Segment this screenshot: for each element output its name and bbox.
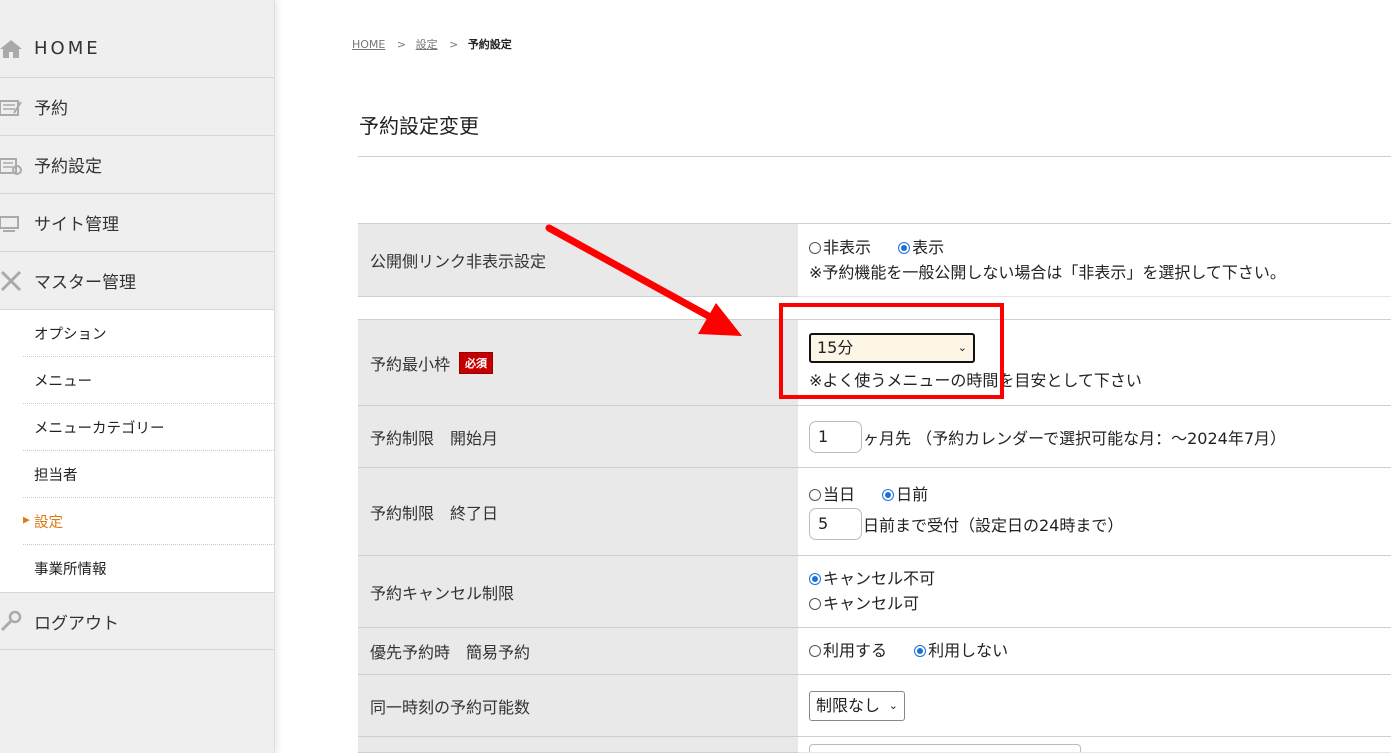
- submenu-item-label: 担当者: [34, 467, 78, 484]
- sidebar-item-label: サイト管理: [34, 215, 119, 235]
- radio-today[interactable]: 当日: [809, 483, 855, 507]
- radio-off-icon: [809, 241, 821, 254]
- radio-label: 非表示: [823, 237, 872, 257]
- radio-priority-not-use[interactable]: 利用しない: [914, 639, 1008, 663]
- radio-cancel-yes[interactable]: キャンセル可: [809, 592, 919, 616]
- end-day-input[interactable]: 5: [809, 508, 862, 540]
- field-value-concurrent: 制限なし ⌄: [798, 675, 1391, 737]
- breadcrumb: HOME > 設定 > 予約設定: [352, 36, 512, 52]
- radio-hide[interactable]: 非表示: [809, 236, 871, 260]
- submenu-item-label: 事業所情報: [34, 562, 107, 578]
- field-value-partial: [798, 737, 1391, 753]
- start-month-input[interactable]: 1: [809, 420, 862, 453]
- radio-priority-use[interactable]: 利用する: [809, 639, 887, 663]
- concurrent-select[interactable]: 制限なし ⌄: [809, 690, 905, 721]
- field-note: ※予約機能を一般公開しない場合は「非表示」を選択して下さい。: [809, 262, 1286, 282]
- field-label-start-month: 予約制限 開始月: [358, 406, 798, 468]
- field-value-start-month: 1 ヶ月先 （予約カレンダーで選択可能な月：～2024年7月）: [798, 406, 1391, 468]
- radio-off-icon: [809, 644, 821, 657]
- radio-label: 表示: [912, 237, 945, 257]
- submenu: オプション メニュー メニューカテゴリー 担当者 ▶ 設定 事業所情報: [0, 310, 274, 592]
- sidebar-item-label: HOME: [34, 38, 101, 59]
- sidebar-item-logout[interactable]: ログアウト: [0, 592, 274, 650]
- field-label-priority: 優先予約時 簡易予約: [358, 628, 798, 675]
- breadcrumb-separator: >: [396, 38, 407, 51]
- key-icon: [0, 610, 22, 632]
- start-month-suffix: ヶ月先 （予約カレンダーで選択可能な月：～2024年7月）: [863, 428, 1287, 448]
- required-badge: 必須: [459, 351, 494, 374]
- page-title: 予約設定変更: [359, 114, 479, 138]
- breadcrumb-home-link[interactable]: HOME: [352, 38, 385, 51]
- home-icon: [0, 38, 22, 60]
- select-value: 制限なし: [816, 695, 881, 715]
- form-row-public-link: 公開側リンク非表示設定 非表示 表示 ※予約機能を一般公開しない場合は「非表示」…: [358, 223, 1391, 297]
- submenu-item-menu-category[interactable]: メニューカテゴリー: [23, 404, 274, 451]
- radio-label: キャンセル不可: [823, 568, 936, 588]
- submenu-item-option[interactable]: オプション: [23, 310, 274, 357]
- radio-on-icon: [898, 241, 911, 254]
- radio-label: 利用する: [823, 640, 888, 660]
- field-label-public-link: 公開側リンク非表示設定: [358, 224, 798, 297]
- sidebar-item-reservation[interactable]: 予約: [0, 78, 274, 136]
- form-row-cancel: 予約キャンセル制限 キャンセル不可 キャンセル可: [358, 555, 1391, 628]
- sidebar-item-label: 予約: [34, 99, 68, 119]
- radio-label: キャンセル可: [823, 593, 920, 613]
- sidebar-item-label: ログアウト: [34, 613, 119, 634]
- form-row-partial: [358, 736, 1391, 753]
- annotation-highlight-box: [779, 303, 1004, 399]
- title-divider: [358, 156, 1391, 157]
- field-value-public-link: 非表示 表示 ※予約機能を一般公開しない場合は「非表示」を選択して下さい。: [798, 224, 1391, 297]
- field-value-cancel: キャンセル不可 キャンセル可: [798, 556, 1391, 628]
- sidebar-item-label: マスター管理: [34, 273, 136, 293]
- field-label-partial: [358, 737, 798, 753]
- submenu-item-label: メニュー: [34, 373, 92, 390]
- field-value-end-day: 当日 日前 5 日前まで受付（設定日の24時まで）: [798, 468, 1391, 556]
- sidebar-item-site-management[interactable]: サイト管理: [0, 194, 274, 252]
- submenu-item-settings[interactable]: ▶ 設定: [23, 498, 274, 545]
- radio-show[interactable]: 表示: [898, 236, 944, 260]
- calendar-icon: [0, 96, 22, 118]
- breadcrumb-current: 予約設定: [467, 38, 512, 51]
- form-row-concurrent: 同一時刻の予約可能数 制限なし ⌄: [358, 674, 1391, 737]
- submenu-item-label: 設定: [34, 514, 63, 531]
- end-day-suffix: 日前まで受付（設定日の24時まで）: [863, 516, 1124, 535]
- radio-on-icon: [914, 644, 927, 657]
- radio-off-icon: [809, 597, 821, 610]
- submenu-item-label: オプション: [34, 326, 107, 343]
- triangle-right-icon: ▶: [23, 515, 30, 526]
- form-row-priority: 優先予約時 簡易予約 利用する 利用しない: [358, 627, 1391, 675]
- chevron-down-icon: ⌄: [888, 698, 898, 712]
- radio-cancel-no[interactable]: キャンセル不可: [809, 567, 935, 591]
- field-value-priority: 利用する 利用しない: [798, 628, 1391, 675]
- sidebar-item-label: 予約設定: [34, 157, 102, 177]
- sidebar-item-home[interactable]: HOME: [0, 20, 274, 78]
- submenu-item-office-info[interactable]: 事業所情報: [23, 545, 274, 592]
- radio-label: 日前: [896, 485, 929, 504]
- breadcrumb-settings-link[interactable]: 設定: [416, 38, 438, 51]
- tools-icon: [0, 270, 22, 292]
- sidebar: HOME 予約 予約設定 サイト管理 マスター管理 オプション メニュー メニュ…: [0, 0, 275, 753]
- field-label-text: 予約最小枠: [370, 354, 451, 374]
- breadcrumb-separator: >: [449, 38, 459, 51]
- partial-input[interactable]: [809, 744, 1081, 752]
- field-label-cancel: 予約キャンセル制限: [358, 556, 798, 628]
- form-row-end-day: 予約制限 終了日 当日 日前 5 日前まで受付（設定日の24時まで）: [358, 467, 1391, 556]
- monitor-icon: [0, 212, 22, 234]
- form-row-start-month: 予約制限 開始月 1 ヶ月先 （予約カレンダーで選択可能な月：～2024年7月）: [358, 405, 1391, 468]
- submenu-item-label: メニューカテゴリー: [34, 420, 165, 437]
- submenu-item-staff[interactable]: 担当者: [23, 451, 274, 498]
- sidebar-item-master-management[interactable]: マスター管理: [0, 252, 274, 310]
- radio-on-icon: [882, 489, 895, 501]
- radio-label: 利用しない: [928, 640, 1009, 660]
- radio-on-icon: [809, 572, 821, 585]
- radio-days-before[interactable]: 日前: [882, 483, 928, 507]
- field-label-end-day: 予約制限 終了日: [358, 468, 798, 556]
- sidebar-item-reservation-settings[interactable]: 予約設定: [0, 136, 274, 194]
- field-label-concurrent: 同一時刻の予約可能数: [358, 675, 798, 737]
- submenu-item-menu[interactable]: メニュー: [23, 357, 274, 404]
- field-label-min-slot: 予約最小枠 必須: [358, 320, 798, 406]
- calendar-gear-icon: [0, 154, 22, 176]
- radio-label: 当日: [823, 485, 856, 504]
- radio-off-icon: [809, 489, 821, 501]
